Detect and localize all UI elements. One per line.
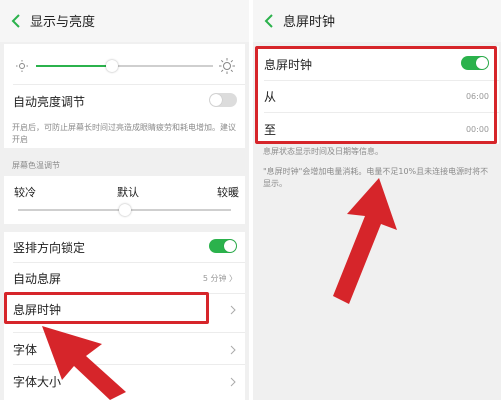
annotation-highlight-box	[255, 46, 497, 144]
page-title: 息屏时钟	[283, 15, 336, 30]
chevron-right-icon	[230, 305, 236, 315]
auto-brightness-toggle[interactable]	[209, 93, 237, 107]
page-title: 显示与亮度	[30, 15, 96, 30]
brightness-high-icon	[219, 58, 235, 74]
auto-sleep-value: 5 分钟 〉	[202, 274, 237, 283]
auto-brightness-row[interactable]: 自动亮度调节	[4, 85, 245, 115]
aod-clock-screen: 息屏时钟 息屏时钟 从 06:00 至 00:00 息屏状态显示时间及日期等信息…	[253, 0, 501, 400]
chevron-right-icon	[230, 345, 236, 355]
auto-brightness-description: 开启后，可防止屏幕长时间过亮造成眼睛疲劳和耗电增加。建议开启	[12, 123, 236, 144]
brightness-slider-fill	[36, 65, 113, 67]
portrait-lock-label: 竖排方向锁定	[13, 241, 86, 255]
back-arrow-icon[interactable]	[8, 12, 26, 30]
aod-description: 息屏状态显示时间及日期等信息。	[263, 147, 383, 156]
color-temp-slider-knob[interactable]	[118, 204, 131, 216]
auto-brightness-label: 自动亮度调节	[13, 95, 86, 109]
header: 息屏时钟	[253, 0, 501, 42]
brightness-slider-knob[interactable]	[106, 60, 119, 72]
auto-sleep-label: 自动息屏	[13, 272, 62, 286]
annotation-arrow-icon	[333, 178, 397, 304]
color-temp-cool-label: 较冷	[14, 186, 36, 199]
chevron-right-icon	[230, 377, 236, 387]
color-temp-section-label: 屏幕色温调节	[12, 161, 60, 170]
color-temp-card: 较冷 默认 较暖	[4, 176, 245, 224]
portrait-lock-toggle[interactable]	[209, 239, 237, 253]
brightness-low-icon	[16, 60, 28, 72]
header: 显示与亮度	[0, 0, 249, 42]
auto-sleep-row[interactable]: 自动息屏 5 分钟 〉	[4, 263, 245, 293]
color-temp-warm-label: 较暖	[217, 186, 239, 199]
back-arrow-icon[interactable]	[261, 12, 279, 30]
display-brightness-screen: 显示与亮度 自动亮度调节 开启后，可防止屏幕长时间过亮造成眼睛疲劳和耗电增加。建…	[0, 0, 249, 400]
annotation-arrow-icon	[42, 326, 126, 400]
portrait-lock-row[interactable]: 竖排方向锁定	[4, 232, 245, 262]
color-temp-default-label: 默认	[117, 186, 139, 199]
